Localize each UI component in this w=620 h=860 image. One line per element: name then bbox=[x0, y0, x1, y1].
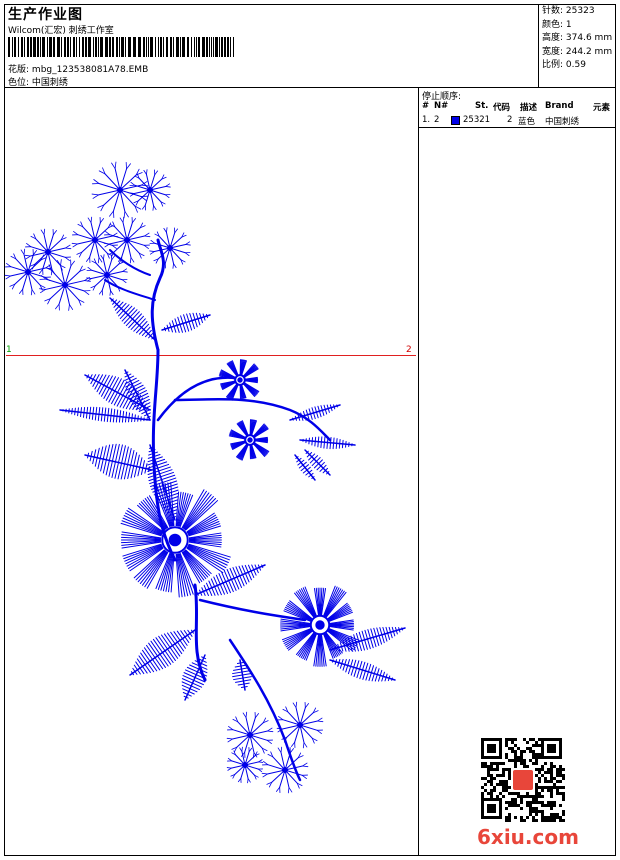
color-swatch bbox=[451, 116, 460, 125]
stat-colors: 颜色: 1 bbox=[542, 19, 572, 30]
stats-panel: 针数: 25323 颜色: 1 高度: 374.6 mm 宽度: 244.2 m… bbox=[542, 5, 612, 73]
panel-row-divider bbox=[418, 127, 616, 128]
col-element: 元素 bbox=[593, 103, 611, 113]
stat-stitches: 针数: 25323 bbox=[542, 6, 595, 16]
col-index: # bbox=[422, 101, 430, 111]
col-needle: N# bbox=[434, 101, 449, 111]
stat-scale: 比例: 0.59 bbox=[542, 60, 586, 70]
stat-width: 宽度: 244.2 mm bbox=[542, 46, 613, 57]
col-brand: Brand bbox=[545, 101, 574, 111]
col-stitches: St. bbox=[475, 101, 489, 111]
col-description: 描述 bbox=[520, 103, 538, 113]
qr-code-icon bbox=[481, 738, 565, 822]
panel-divider bbox=[418, 87, 419, 856]
col-code: 代码 bbox=[493, 103, 511, 113]
stats-divider bbox=[538, 4, 539, 87]
stat-height: 高度: 374.6 mm bbox=[542, 33, 613, 43]
floral-embroidery-icon bbox=[4, 161, 406, 794]
watermark: 6xiu.com bbox=[477, 825, 579, 849]
